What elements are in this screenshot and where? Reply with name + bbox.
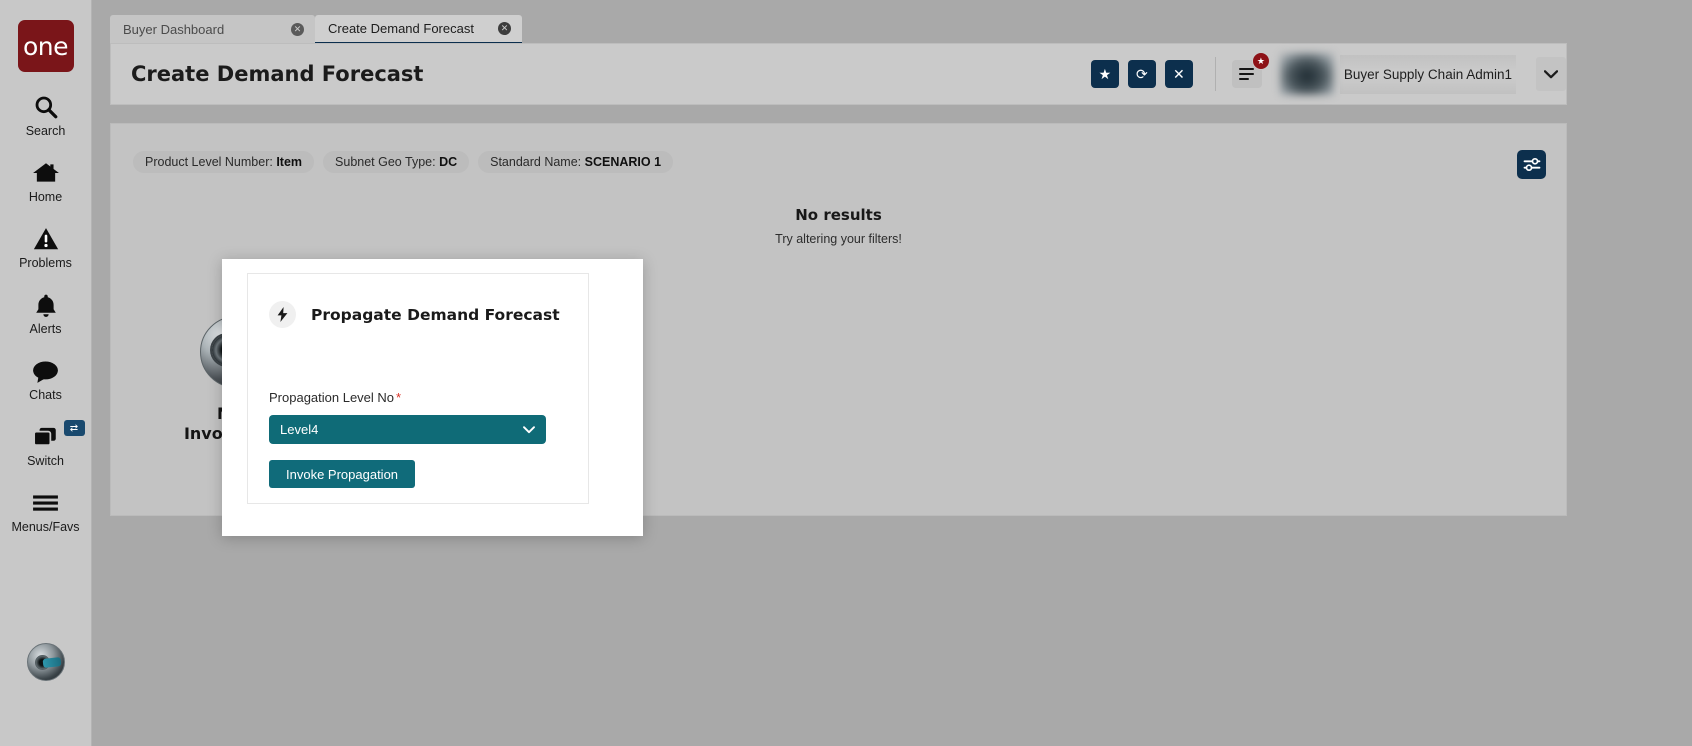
header-divider [1214,57,1216,91]
neo-avatar-icon[interactable] [26,643,65,681]
x-icon: ✕ [1173,65,1185,82]
chevron-down-icon [1544,69,1558,79]
sidebar-item-label: Search [25,124,66,138]
field-label-text: Propagation Level No [269,390,395,405]
search-icon [33,92,59,122]
page-title: Create Demand Forecast [131,62,424,86]
sidebar-item-label: Menus/Favs [11,520,80,534]
hamburger-icon [32,488,59,518]
app-logo[interactable]: one [17,20,74,72]
refresh-button[interactable]: ⟳ [1127,60,1156,88]
tab-label: Create Demand Forecast [328,21,474,36]
tab-buyer-dashboard[interactable]: Buyer Dashboard ✕ [110,15,315,44]
star-icon: ★ [1251,52,1270,70]
propagate-demand-forecast-dialog: Propagate Demand Forecast Propagation Le… [222,259,643,536]
filter-chip-standard-name[interactable]: Standard Name: SCENARIO 1 [478,151,674,173]
sidebar-item-label: Problems [19,256,72,270]
sidebar-item-chats[interactable]: Chats [0,356,92,402]
chat-bubble-icon [32,356,59,386]
hamburger-icon [1239,65,1255,83]
empty-state: No results Try altering your filters! [111,206,1566,246]
chip-value: DC [439,155,458,169]
sliders-icon [1523,157,1541,172]
chip-value: SCENARIO 1 [584,155,662,169]
filter-chips: Product Level Number: Item Subnet Geo Ty… [133,151,674,173]
filter-chip-product-level-number[interactable]: Product Level Number: Item [133,151,315,173]
filter-settings-button[interactable] [1517,150,1546,179]
chip-label: Subnet Geo Type: [335,155,436,169]
sidebar-item-menus-favs[interactable]: Menus/Favs [0,488,92,534]
invoke-propagation-button[interactable]: Invoke Propagation [269,460,416,488]
filter-chip-subnet-geo-type[interactable]: Subnet Geo Type: DC [323,151,470,173]
tab-bar: Buyer Dashboard ✕ Create Demand Forecast… [110,14,522,44]
chevron-down-icon [523,425,535,434]
refresh-icon: ⟳ [1136,65,1148,82]
close-icon[interactable]: ✕ [291,23,304,36]
left-sidebar: one Search Home Problems Alerts Chats ⇄ … [0,0,92,746]
user-name: Buyer Supply Chain Admin1 [1339,54,1516,94]
favorite-button[interactable]: ★ [1090,60,1119,88]
sidebar-item-label: Alerts [29,322,62,336]
propagation-level-label: Propagation Level No * [269,390,567,405]
sidebar-item-search[interactable]: Search [0,92,92,138]
chip-label: Product Level Number: [145,155,273,169]
user-menu-toggle[interactable] [1536,57,1566,91]
propagation-level-select[interactable]: Level4 [269,415,546,444]
required-marker: * [396,390,402,405]
chip-value: Item [276,155,303,169]
page-header: Create Demand Forecast ★ ⟳ ✕ ★ Buyer Sup… [110,43,1567,105]
sidebar-item-home[interactable]: Home [0,158,92,204]
star-icon: ★ [1098,65,1112,82]
avatar [1279,53,1334,95]
tab-label: Buyer Dashboard [123,22,225,37]
home-icon [32,158,60,188]
select-value: Level4 [280,422,319,437]
header-actions: ★ ⟳ ✕ ★ Buyer Supply Chain Admin1 [1082,52,1566,95]
sidebar-item-alerts[interactable]: Alerts [0,290,92,336]
dialog-body: Propagation Level No * Level4 Invoke Prop… [248,390,588,488]
dialog-card: Propagate Demand Forecast Propagation Le… [247,273,589,504]
tab-create-demand-forecast[interactable]: Create Demand Forecast ✕ [315,15,522,44]
bell-icon [34,290,58,320]
switch-badge[interactable]: ⇄ [63,420,85,436]
header-menu-button[interactable]: ★ [1231,52,1270,88]
switch-windows-icon [32,422,59,452]
lightning-bolt-icon [269,301,296,328]
sidebar-item-label: Switch [27,454,64,468]
close-button[interactable]: ✕ [1164,60,1193,88]
empty-state-title: No results [795,206,882,224]
dialog-title: Propagate Demand Forecast [311,305,560,324]
empty-state-subtitle: Try altering your filters! [775,232,902,246]
app-logo-text: one [22,31,69,61]
dialog-header: Propagate Demand Forecast [248,274,588,328]
sidebar-item-label: Chats [29,388,62,402]
sidebar-item-problems[interactable]: Problems [0,224,92,270]
chip-label: Standard Name: [490,155,582,169]
sidebar-item-label: Home [28,190,63,204]
user-profile[interactable]: Buyer Supply Chain Admin1 [1279,53,1516,95]
warning-triangle-icon [33,224,59,254]
close-icon[interactable]: ✕ [498,22,511,35]
sidebar-item-switch[interactable]: ⇄ Switch [0,420,92,468]
